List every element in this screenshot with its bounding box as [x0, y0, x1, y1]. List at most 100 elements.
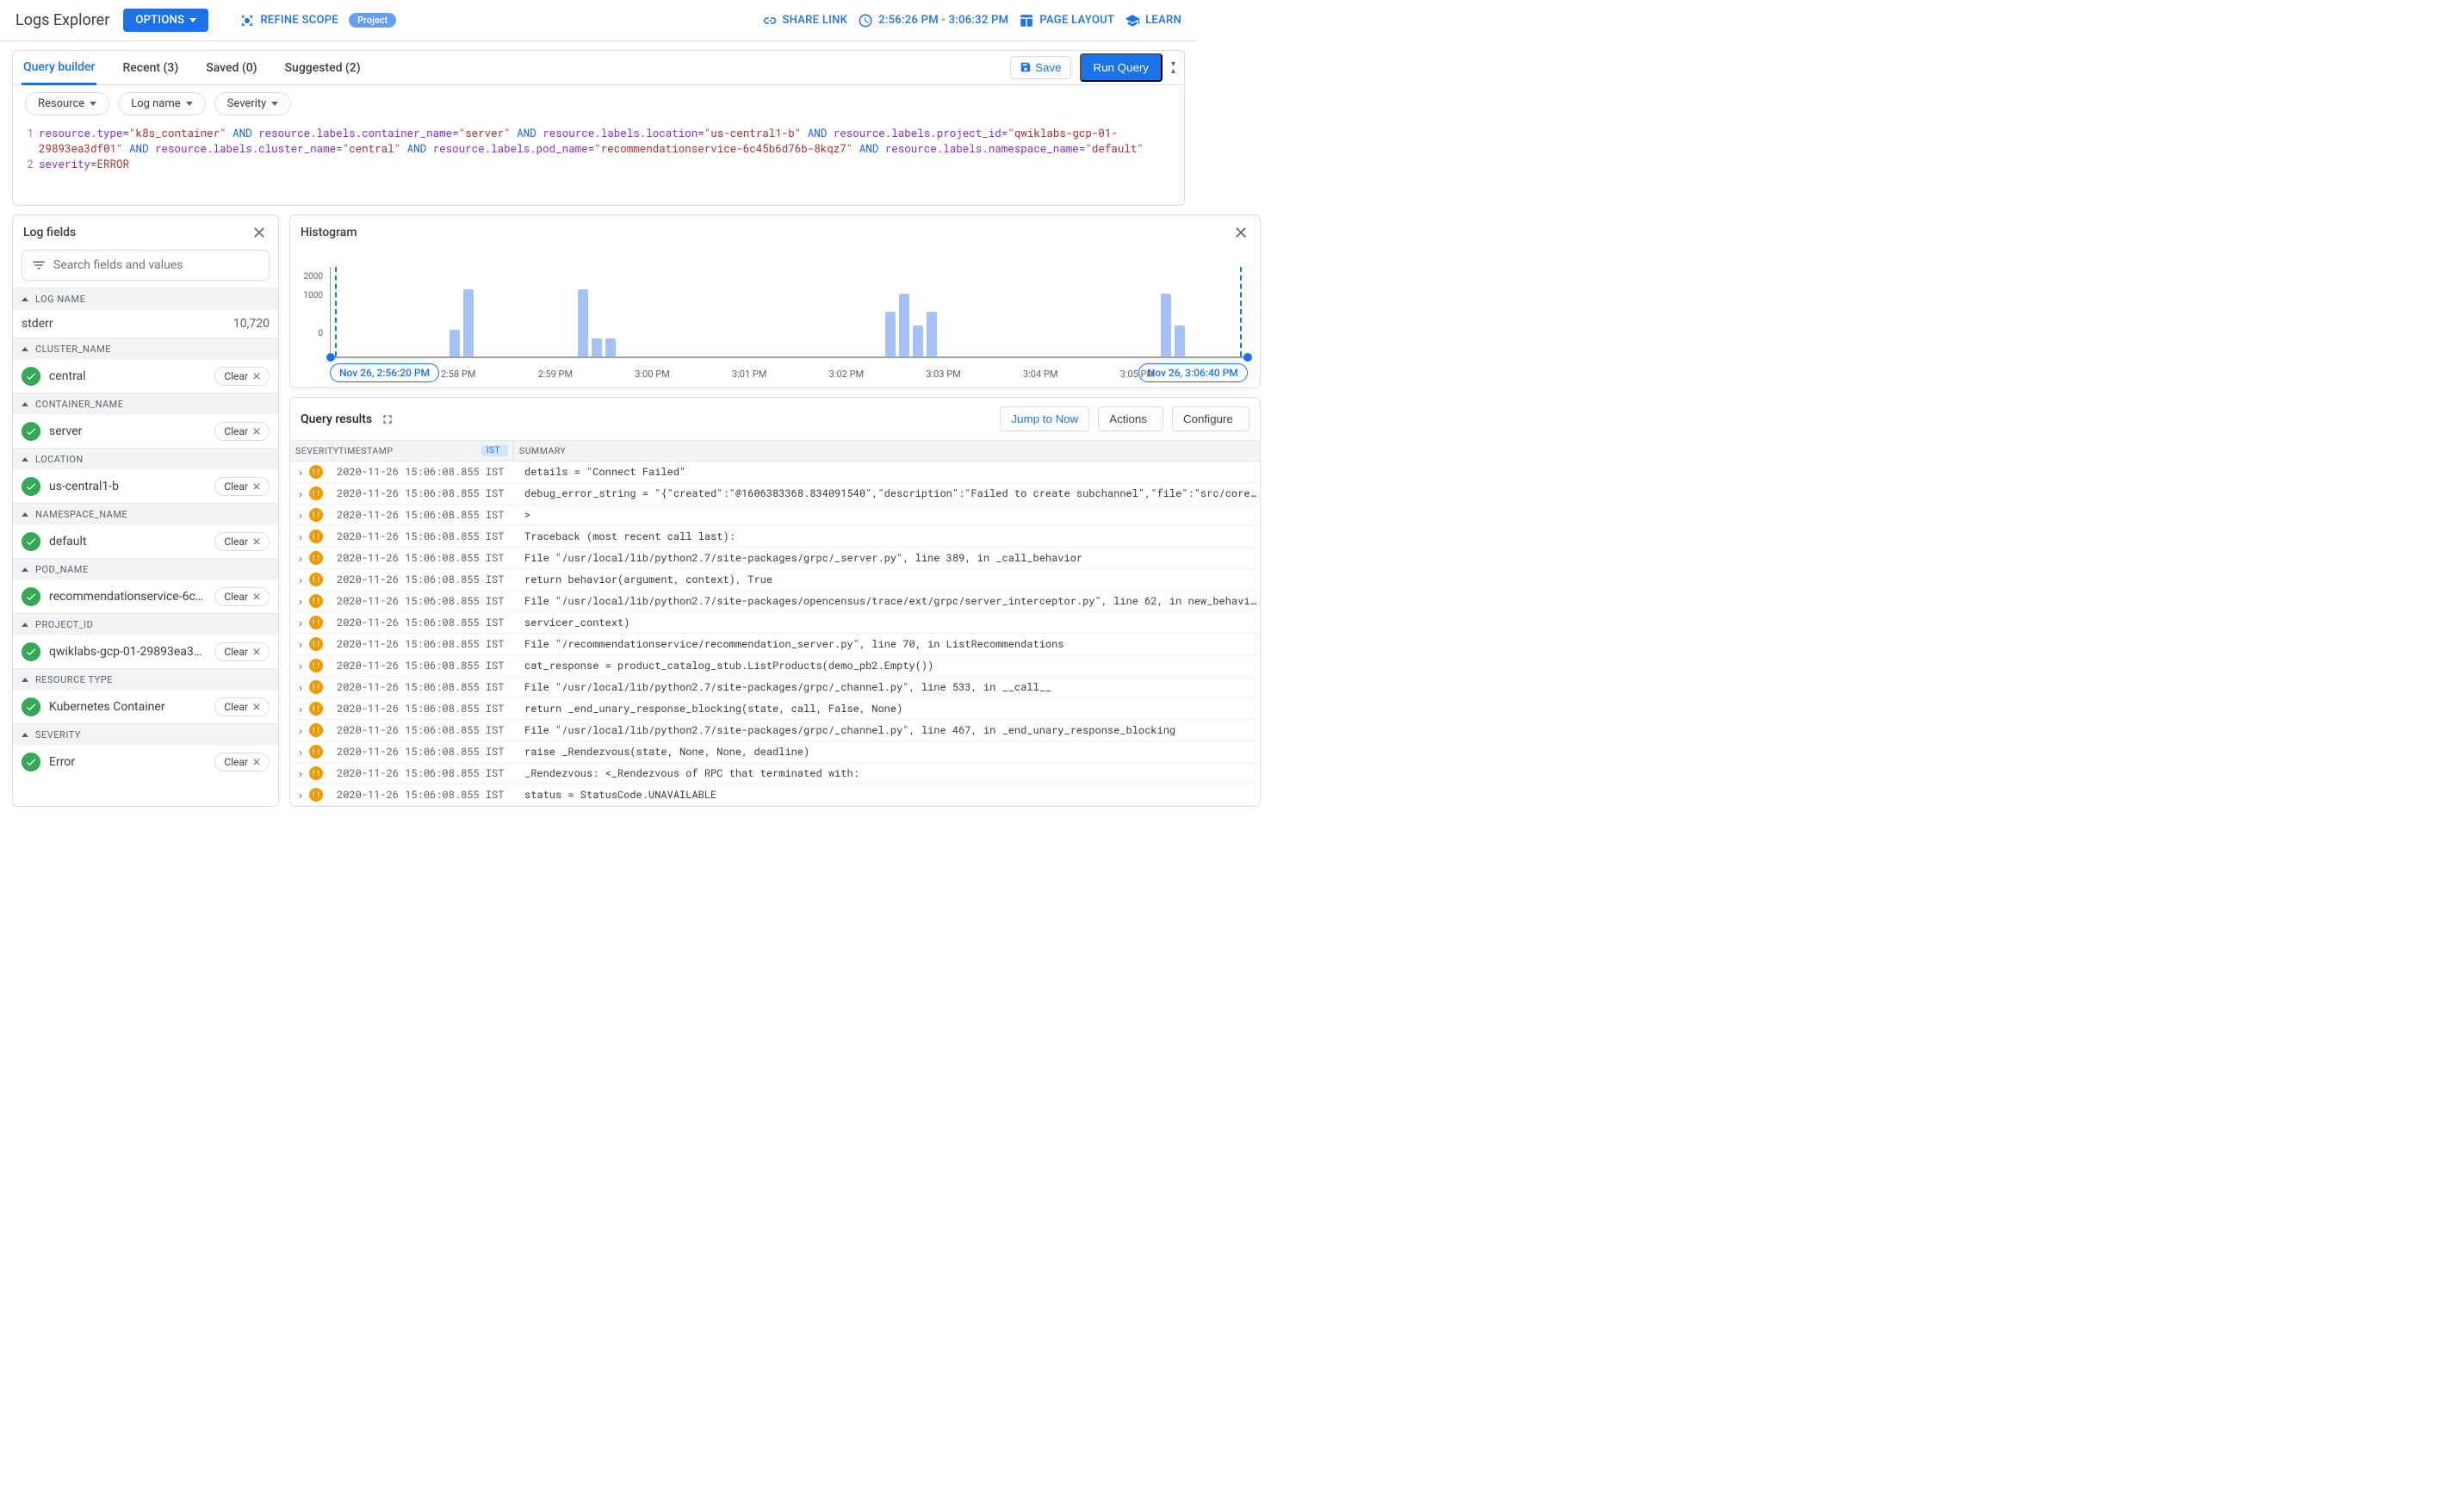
log-row[interactable]: ›!!2020-11-26 15:06:08.855 ISTFile "/usr…: [290, 548, 1260, 569]
expand-icon[interactable]: ›: [294, 507, 307, 523]
scope-chip[interactable]: Project: [349, 13, 396, 28]
group-header[interactable]: PROJECT_ID: [13, 613, 278, 635]
field-row[interactable]: us-central1-bClear: [13, 470, 278, 503]
histogram-bar[interactable]: [1175, 325, 1185, 356]
clear-button[interactable]: Clear: [214, 422, 270, 441]
tab-suggested[interactable]: Suggested (2): [283, 53, 363, 84]
tab-recent[interactable]: Recent (3): [121, 53, 180, 84]
log-row[interactable]: ›!!2020-11-26 15:06:08.855 ISTFile "/usr…: [290, 591, 1260, 612]
expand-icon[interactable]: ›: [294, 550, 307, 566]
expand-icon[interactable]: ›: [294, 572, 307, 587]
code[interactable]: resource.type="k8s_container" AND resour…: [39, 126, 1184, 188]
log-row[interactable]: ›!!2020-11-26 15:06:08.855 ISTstatus = S…: [290, 784, 1260, 806]
histogram-bar[interactable]: [885, 312, 896, 356]
expand-icon[interactable]: ›: [294, 593, 307, 609]
clear-button[interactable]: Clear: [214, 587, 270, 606]
chip-log-name[interactable]: Log name: [118, 92, 205, 115]
jump-to-now-button[interactable]: Jump to Now: [1000, 406, 1089, 431]
expand-icon[interactable]: ›: [294, 464, 307, 480]
field-row[interactable]: centralClear: [13, 360, 278, 393]
tab-saved[interactable]: Saved (0): [204, 53, 258, 84]
group-header[interactable]: CONTAINER_NAME: [13, 393, 278, 415]
log-row[interactable]: ›!!2020-11-26 15:06:08.855 ISTreturn _en…: [290, 698, 1260, 720]
timezone-chip[interactable]: IST: [481, 445, 508, 456]
search-input[interactable]: [53, 258, 260, 272]
options-button[interactable]: OPTIONS: [123, 9, 208, 32]
log-row[interactable]: ›!!2020-11-26 15:06:08.855 IST>: [290, 505, 1260, 526]
chip-severity[interactable]: Severity: [214, 92, 292, 115]
configure-button[interactable]: Configure: [1172, 406, 1250, 431]
actions-button[interactable]: Actions: [1098, 406, 1163, 431]
query-editor[interactable]: 12 resource.type="k8s_container" AND res…: [13, 122, 1184, 205]
chip-resource[interactable]: Resource: [25, 92, 109, 115]
field-row[interactable]: recommendationservice-6c45b...Clear: [13, 580, 278, 613]
group-header[interactable]: SEVERITY: [13, 723, 278, 746]
field-row[interactable]: stderr10,720: [13, 310, 278, 338]
group-header[interactable]: CLUSTER_NAME: [13, 338, 278, 360]
clear-button[interactable]: Clear: [214, 753, 270, 771]
close-icon[interactable]: [1232, 224, 1250, 241]
histogram-bar[interactable]: [450, 330, 460, 356]
histogram-bar[interactable]: [913, 325, 923, 356]
log-row[interactable]: ›!!2020-11-26 15:06:08.855 ISTservicer_c…: [290, 612, 1260, 634]
field-row[interactable]: qwiklabs-gcp-01-29893ea3df01Clear: [13, 635, 278, 668]
share-link-button[interactable]: SHARE LINK: [761, 13, 847, 28]
log-row[interactable]: ›!!2020-11-26 15:06:08.855 ISTraise _Ren…: [290, 741, 1260, 763]
histogram-bar[interactable]: [899, 294, 909, 356]
field-row[interactable]: defaultClear: [13, 525, 278, 558]
expand-icon[interactable]: ›: [294, 744, 307, 759]
histogram-bar[interactable]: [927, 312, 937, 356]
refine-scope-button[interactable]: REFINE SCOPE: [239, 13, 338, 28]
expand-icon[interactable]: ›: [294, 658, 307, 673]
time-range-button[interactable]: 2:56:26 PM - 3:06:32 PM: [858, 13, 1008, 28]
histogram-bar[interactable]: [592, 338, 602, 356]
expand-collapse-toggle[interactable]: ▾▴: [1171, 61, 1175, 75]
expand-icon[interactable]: ›: [294, 636, 307, 652]
th-summary[interactable]: SUMMARY: [514, 441, 1260, 461]
expand-icon[interactable]: ›: [294, 679, 307, 695]
save-button[interactable]: Save: [1010, 56, 1070, 79]
log-row[interactable]: ›!!2020-11-26 15:06:08.855 ISTFile "/rec…: [290, 634, 1260, 655]
expand-icon[interactable]: ›: [294, 615, 307, 630]
group-header[interactable]: LOG NAME: [13, 288, 278, 310]
th-timestamp[interactable]: TIMESTAMP IST: [333, 441, 514, 461]
expand-icon[interactable]: ›: [294, 486, 307, 501]
search-fields-input[interactable]: [22, 250, 270, 281]
group-header[interactable]: LOCATION: [13, 448, 278, 470]
log-row[interactable]: ›!!2020-11-26 15:06:08.855 ISTcat_respon…: [290, 655, 1260, 677]
histogram-bar[interactable]: [578, 289, 588, 356]
clear-button[interactable]: Clear: [214, 532, 270, 551]
group-header[interactable]: RESOURCE TYPE: [13, 668, 278, 691]
group-header[interactable]: POD_NAME: [13, 558, 278, 580]
close-icon[interactable]: [251, 224, 268, 241]
log-row[interactable]: ›!!2020-11-26 15:06:08.855 ISTFile "/usr…: [290, 720, 1260, 741]
histogram-bar[interactable]: [1161, 294, 1171, 356]
log-row[interactable]: ›!!2020-11-26 15:06:08.855 IST_Rendezvou…: [290, 763, 1260, 784]
page-layout-button[interactable]: PAGE LAYOUT: [1019, 13, 1114, 28]
clear-button[interactable]: Clear: [214, 642, 270, 661]
expand-icon[interactable]: ›: [294, 529, 307, 544]
field-row[interactable]: ErrorClear: [13, 746, 278, 778]
expand-icon[interactable]: ›: [294, 701, 307, 716]
learn-button[interactable]: LEARN: [1125, 13, 1181, 28]
run-query-button[interactable]: Run Query: [1080, 53, 1163, 82]
th-severity[interactable]: SEVERITY: [290, 441, 333, 461]
log-row[interactable]: ›!!2020-11-26 15:06:08.855 ISTdetails = …: [290, 462, 1260, 483]
expand-icon[interactable]: ›: [294, 765, 307, 781]
expand-icon[interactable]: ›: [294, 722, 307, 738]
expand-icon[interactable]: ›: [294, 787, 307, 802]
histogram-bar[interactable]: [463, 289, 474, 356]
clear-button[interactable]: Clear: [214, 477, 270, 496]
tab-query-builder[interactable]: Query builder: [22, 52, 96, 85]
log-row[interactable]: ›!!2020-11-26 15:06:08.855 ISTTraceback …: [290, 526, 1260, 548]
clear-button[interactable]: Clear: [214, 367, 270, 386]
clear-button[interactable]: Clear: [214, 697, 270, 716]
group-header[interactable]: NAMESPACE_NAME: [13, 503, 278, 525]
log-row[interactable]: ›!!2020-11-26 15:06:08.855 ISTdebug_erro…: [290, 483, 1260, 505]
fullscreen-icon[interactable]: [381, 412, 394, 426]
field-row[interactable]: Kubernetes ContainerClear: [13, 691, 278, 723]
field-row[interactable]: serverClear: [13, 415, 278, 448]
log-row[interactable]: ›!!2020-11-26 15:06:08.855 ISTFile "/usr…: [290, 677, 1260, 698]
histogram-bar[interactable]: [605, 338, 616, 356]
histogram-plot[interactable]: [330, 267, 1248, 358]
